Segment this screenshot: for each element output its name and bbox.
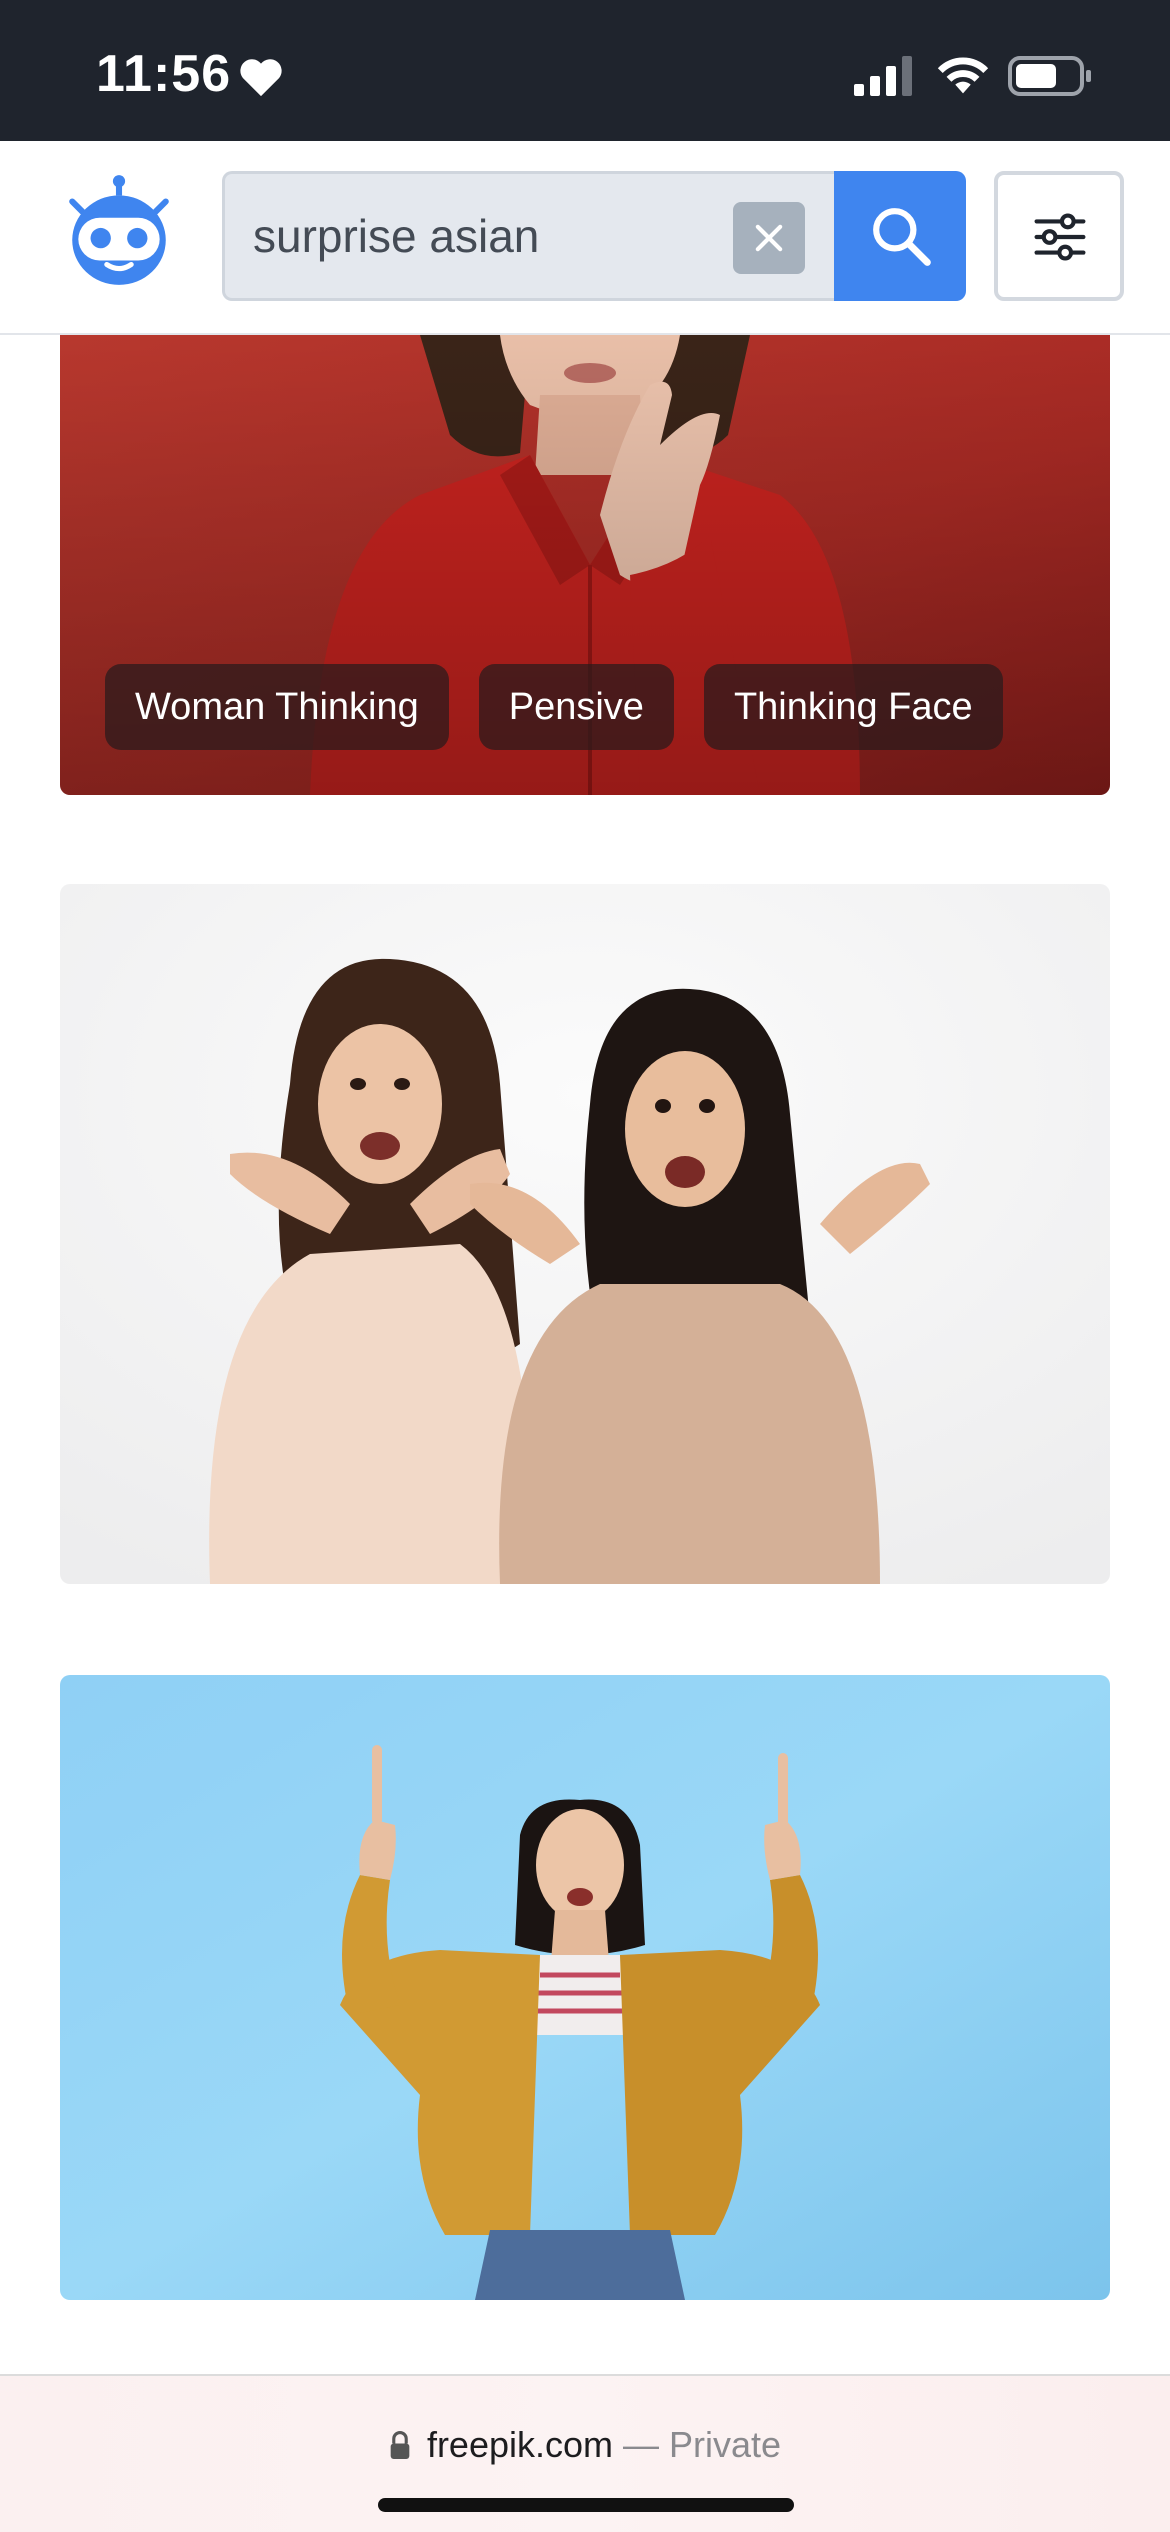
clear-search-button[interactable] [733, 202, 805, 274]
browser-bottom-bar: freepik.com — Private [0, 2374, 1170, 2532]
url-bar[interactable]: freepik.com — Private [0, 2420, 1170, 2470]
header [0, 141, 1170, 335]
tag-chip[interactable]: Woman Thinking [105, 664, 449, 750]
url-domain: freepik.com [426, 2424, 614, 2465]
result-image-card-2[interactable] [60, 884, 1110, 1584]
tag-chip[interactable]: Thinking Face [703, 664, 1003, 750]
battery-icon [1008, 56, 1091, 96]
result-photo-3 [60, 1675, 1110, 2300]
status-time: 11:56 [96, 45, 232, 103]
status-bar: 11:56 [0, 0, 1170, 141]
search-box [222, 171, 834, 301]
filter-button[interactable] [994, 171, 1124, 301]
tag-chip[interactable]: Pensive [478, 664, 674, 750]
page: 11:56 surprise asian Woman Thinking Pens… [0, 0, 1170, 2532]
result-photo-2 [60, 884, 1110, 1584]
search-button[interactable] [834, 171, 966, 301]
home-indicator[interactable] [378, 2498, 794, 2512]
signal-icon [854, 56, 912, 96]
sliders-icon [1034, 213, 1086, 261]
search-input[interactable] [253, 204, 703, 268]
heart-icon [240, 59, 282, 97]
result-image-card-3[interactable] [60, 1675, 1110, 2300]
tag-list: Woman Thinking Pensive Thinking Face [105, 664, 1003, 750]
robot-logo-icon[interactable] [58, 171, 180, 293]
result-image-card-1[interactable]: Woman Thinking Pensive Thinking Face [60, 335, 1110, 795]
lock-icon [390, 2431, 410, 2459]
search-icon [873, 208, 931, 266]
close-icon [755, 224, 783, 252]
wifi-icon [937, 57, 989, 94]
url-separator: — [623, 2424, 660, 2465]
private-mode-label: Private [669, 2424, 782, 2465]
